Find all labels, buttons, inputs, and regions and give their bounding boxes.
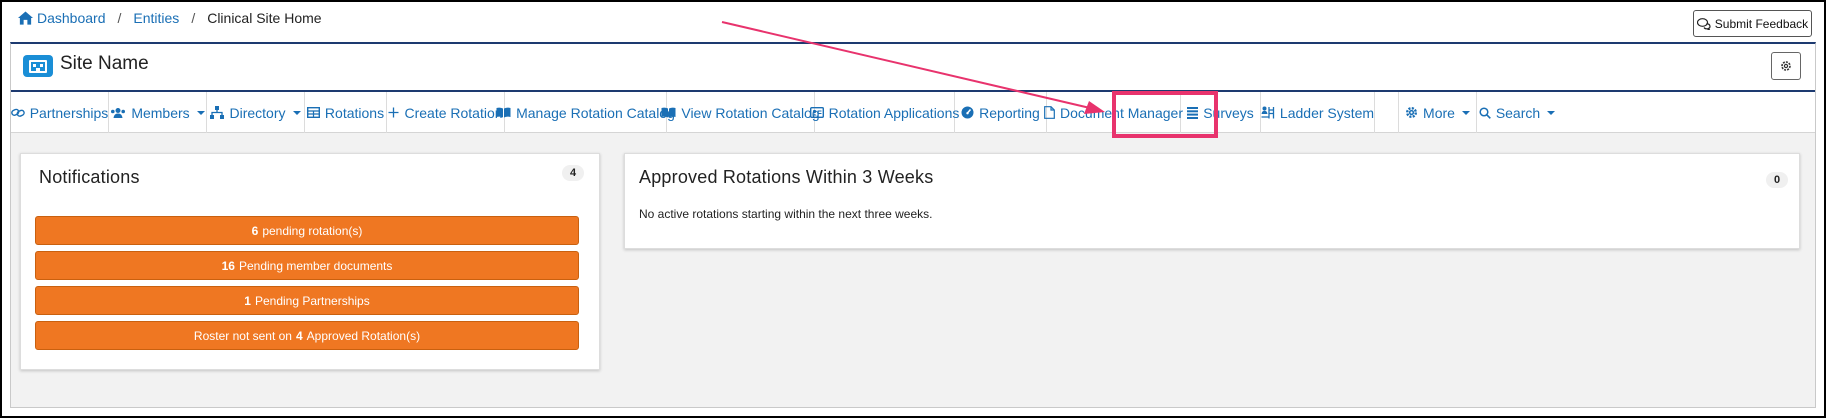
hospital-icon [23,55,53,77]
notifications-title: Notifications [39,167,140,187]
nav-rotation-applications-label: Rotation Applications [828,104,960,121]
nav-partnerships[interactable]: Partnerships [10,92,109,133]
sitemap-icon [210,106,225,119]
nav-members-label: Members [131,104,190,121]
nav-directory-label: Directory [229,104,286,121]
submit-feedback-button[interactable]: Submit Feedback [1693,10,1812,37]
nav-create-rotation-label: Create Rotation [404,104,503,121]
settings-button[interactable] [1771,52,1801,80]
notification-text: Pending Partnerships [254,293,370,308]
nav-ladder-system[interactable]: Ladder System [1261,92,1375,133]
notification-count: 4 [295,328,303,343]
notification-count: 16 [221,258,235,273]
nav-spacer [1375,92,1399,133]
site-nav: Partnerships Members Directory Rotations [10,92,1815,133]
list-icon [1187,106,1199,119]
nav-surveys-label: Surveys [1203,104,1254,121]
breadcrumb-separator: / [117,10,122,26]
notification-text: Pending member documents [238,258,393,273]
breadcrumb-separator: / [191,10,196,26]
search-icon [1479,106,1491,119]
nav-members-dropdown[interactable]: Members [109,92,207,133]
site-title: Site Name [60,53,149,74]
nav-document-manager-label: Document Manager [1060,104,1183,121]
caret-down-icon [1461,110,1470,115]
user-ladder-icon [1261,106,1275,119]
nav-more-dropdown[interactable]: More [1399,92,1477,133]
notification-pending-documents[interactable]: 16 Pending member documents [35,251,579,280]
book-open-icon [496,107,511,118]
nav-partnerships-label: Partnerships [29,104,109,121]
nav-ladder-system-label: Ladder System [1279,104,1375,121]
caret-down-icon [1547,110,1556,115]
breadcrumb-current: Clinical Site Home [207,10,322,26]
breadcrumb: Dashboard / Entities / Clinical Site Hom… [18,10,322,26]
nav-search-label: Search [1495,104,1541,121]
caret-down-icon [196,110,205,115]
notification-roster-not-sent[interactable]: Roster not sent on 4 Approved Rotation(s… [35,321,579,350]
nav-view-rotation-catalog[interactable]: View Rotation Catalog [661,92,820,133]
users-icon [111,107,126,118]
plus-icon [388,107,399,118]
link-icon [10,108,25,117]
table-icon [306,107,320,118]
notification-text: pending rotation(s) [262,223,363,238]
nav-create-rotation[interactable]: Create Rotation [387,92,505,133]
nav-rotations-label: Rotations [324,104,385,121]
notification-count: 1 [244,293,251,308]
notification-prefix: Roster not sent on [193,328,292,343]
submit-feedback-label: Submit Feedback [1714,16,1809,31]
notifications-count-badge: 4 [562,165,584,181]
nav-surveys[interactable]: Surveys [1181,92,1261,133]
approved-rotations-empty-message: No active rotations starting within the … [639,207,933,221]
breadcrumb-entities-link[interactable]: Entities [133,10,179,26]
approved-rotations-card: Approved Rotations Within 3 Weeks 0 No a… [624,153,1800,249]
home-icon [18,11,33,25]
nav-reporting-label: Reporting [979,104,1040,121]
site-header: Site Name [11,44,1815,92]
nav-reporting[interactable]: Reporting [955,92,1047,133]
approved-rotations-title: Approved Rotations Within 3 Weeks [639,167,934,187]
nav-manage-rotation-catalog[interactable]: Manage Rotation Catalog [496,92,675,133]
id-card-icon [809,107,824,118]
gear-icon [1781,61,1791,71]
caret-down-icon [292,110,301,115]
notification-pending-partnerships[interactable]: 1 Pending Partnerships [35,286,579,315]
notification-text: Approved Rotation(s) [306,328,421,343]
nav-directory-dropdown[interactable]: Directory [207,92,305,133]
comments-icon [1696,17,1711,30]
nav-rotations[interactable]: Rotations [305,92,387,133]
nav-manage-rotation-catalog-label: Manage Rotation Catalog [516,104,675,121]
dashboard-gauge-icon [961,106,974,119]
approved-rotations-count-badge: 0 [1766,172,1788,188]
nav-rotation-applications[interactable]: Rotation Applications [809,92,959,133]
nav-search-dropdown[interactable]: Search [1477,92,1557,133]
book-open-icon [661,107,676,118]
gear-icon [1406,106,1418,119]
notification-pending-rotations[interactable]: 6 pending rotation(s) [35,216,579,245]
breadcrumb-dashboard-link[interactable]: Dashboard [37,10,106,26]
nav-document-manager[interactable]: Document Manager [1044,92,1183,133]
notification-count: 6 [251,223,259,238]
nav-more-label: More [1423,104,1455,121]
file-icon [1044,106,1055,119]
notifications-card: Notifications 4 6 pending rotation(s) 16… [20,153,600,370]
nav-view-rotation-catalog-label: View Rotation Catalog [681,104,820,121]
